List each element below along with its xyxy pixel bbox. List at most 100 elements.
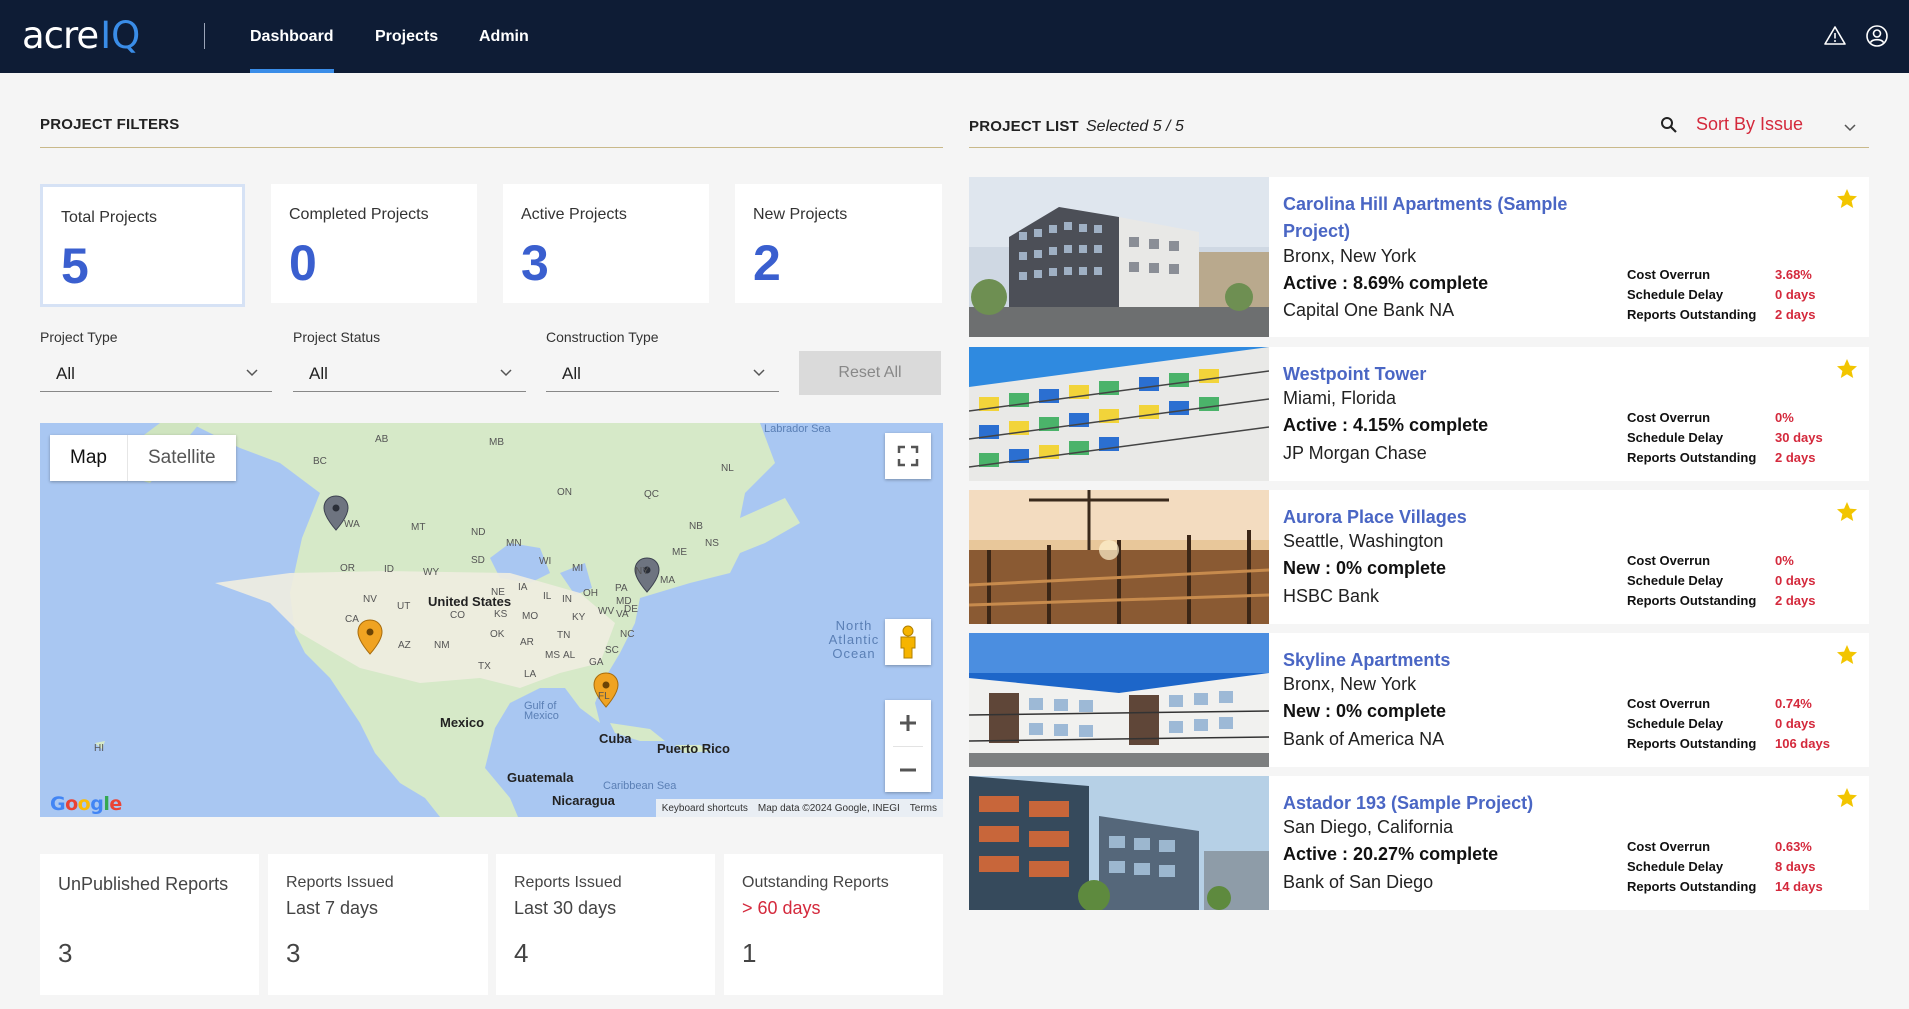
project-type-select[interactable]: All [40,356,272,392]
map-label: QC [644,489,659,500]
report-value: 3 [58,938,73,968]
plus-icon [900,715,916,731]
favorite-star-icon[interactable] [1835,786,1859,810]
project-name-link[interactable]: Skyline Apartments [1283,647,1603,674]
project-card[interactable]: Astador 193 (Sample Project) San Diego, … [969,776,1869,910]
keyboard-shortcuts-link[interactable]: Keyboard shortcuts [662,803,748,814]
project-name-link[interactable]: Carolina Hill Apartments (Sample Project… [1283,191,1603,245]
map-label: NE [491,587,505,598]
search-icon[interactable] [1660,116,1678,134]
map-type-satellite-button[interactable]: Satellite [126,435,236,481]
map-data-credit: Map data ©2024 Google, INEGI [757,802,900,814]
report-period: Last 7 days [286,898,379,918]
stat-label: New Projects [753,206,848,223]
favorite-star-icon[interactable] [1835,357,1859,381]
report-card-issued-7-days[interactable]: Reports Issued Last 7 days 3 [268,854,488,995]
stat-active-projects[interactable]: Active Projects 3 [503,184,709,303]
construction-type-select[interactable]: All [546,356,779,392]
project-photo [969,347,1269,481]
terms-link[interactable]: Terms [910,803,937,814]
cost-overrun-label: Cost Overrun [1627,553,1711,568]
project-photo [969,177,1269,337]
map-label: CA [345,614,359,625]
map-label: IL [543,591,552,602]
map-label: UT [397,601,411,612]
map-label: Cuba [599,731,632,746]
stat-value: 3 [521,235,549,291]
map-label: HI [94,743,104,754]
report-card-issued-30-days[interactable]: Reports Issued Last 30 days 4 [496,854,715,995]
map-label: DE [624,604,638,615]
map-attribution: Keyboard shortcuts Map data ©2024 Google… [655,799,943,817]
map-label: WV [598,606,615,617]
project-card[interactable]: Carolina Hill Apartments (Sample Project… [969,177,1869,337]
map-label: NC [620,629,635,640]
projects-map[interactable]: Labrador Sea United States Mexico Cuba P… [40,423,943,817]
map-label: MN [506,538,522,549]
project-status-select[interactable]: All [293,356,526,392]
nav-projects[interactable]: Projects [375,0,438,73]
project-status-value: All [309,363,328,383]
favorite-star-icon[interactable] [1835,500,1859,524]
zoom-out-button[interactable] [885,747,931,792]
map-label: IA [518,582,528,593]
selected-count: Selected 5 / 5 [1086,118,1184,135]
map-label: ON [557,487,572,498]
nav-admin[interactable]: Admin [479,0,529,73]
map-label: PA [615,583,628,594]
project-name-link[interactable]: Aurora Place Villages [1283,504,1603,531]
map-pin-miami[interactable] [593,672,619,708]
favorite-star-icon[interactable] [1835,643,1859,667]
map-label: NS [705,538,719,549]
fullscreen-button[interactable] [885,433,931,479]
stat-total-projects[interactable]: Total Projects 5 [40,184,245,307]
schedule-delay-label: Schedule Delay [1627,573,1724,588]
acreiq-logo[interactable]: acre IQ [22,14,140,57]
chevron-down-icon[interactable] [1844,121,1856,133]
map-label: AB [375,434,389,445]
map-label: Nicaragua [552,793,615,808]
report-card-unpublished[interactable]: UnPublished Reports 3 [40,854,259,995]
reset-all-button[interactable]: Reset All [799,351,941,395]
report-title: Reports Issued [514,874,622,891]
user-account-icon[interactable] [1865,24,1889,48]
project-type-value: All [56,363,75,383]
map-label: MO [522,611,539,622]
map-type-map-button[interactable]: Map [50,435,127,481]
nav-dashboard-label: Dashboard [250,27,334,45]
reports-outstanding-label: Reports Outstanding [1627,879,1757,894]
report-card-outstanding[interactable]: Outstanding Reports > 60 days 1 [724,854,943,995]
stat-completed-projects[interactable]: Completed Projects 0 [271,184,477,303]
map-label: MI [572,563,584,574]
map-label: LA [524,669,537,680]
project-card[interactable]: Skyline Apartments Bronx, New York New :… [969,633,1869,767]
schedule-delay-value: 0 days [1775,287,1816,302]
map-label: ME [672,547,687,558]
favorite-star-icon[interactable] [1835,187,1859,211]
warning-icon[interactable] [1823,24,1847,48]
stat-label: Completed Projects [289,206,429,223]
google-logo[interactable]: Google [50,793,122,815]
project-card[interactable]: Aurora Place Villages Seattle, Washingto… [969,490,1869,624]
sort-value: Sort By Issue [1696,114,1804,134]
street-view-button[interactable] [885,619,931,665]
zoom-in-button[interactable] [885,700,931,746]
minus-icon [900,768,916,771]
report-title: UnPublished Reports [58,874,229,894]
map-label: WA [344,519,360,530]
report-value: 4 [514,938,529,968]
map-pin-san-diego[interactable] [357,619,383,655]
project-card[interactable]: Westpoint Tower Miami, Florida Active : … [969,347,1869,481]
map-label: TX [478,661,491,672]
project-name-link[interactable]: Westpoint Tower [1283,361,1603,388]
nav-dashboard[interactable]: Dashboard [250,0,334,73]
sort-select[interactable]: Sort By Issue [1696,114,1803,135]
cost-overrun-label: Cost Overrun [1627,410,1711,425]
stat-new-projects[interactable]: New Projects 2 [735,184,942,303]
map-label: GA [589,657,604,668]
map-label: NV [363,594,377,605]
map-label: ID [384,564,394,575]
project-name-link[interactable]: Astador 193 (Sample Project) [1283,790,1603,817]
report-title: Reports Issued [286,874,394,891]
schedule-delay-label: Schedule Delay [1627,859,1724,874]
